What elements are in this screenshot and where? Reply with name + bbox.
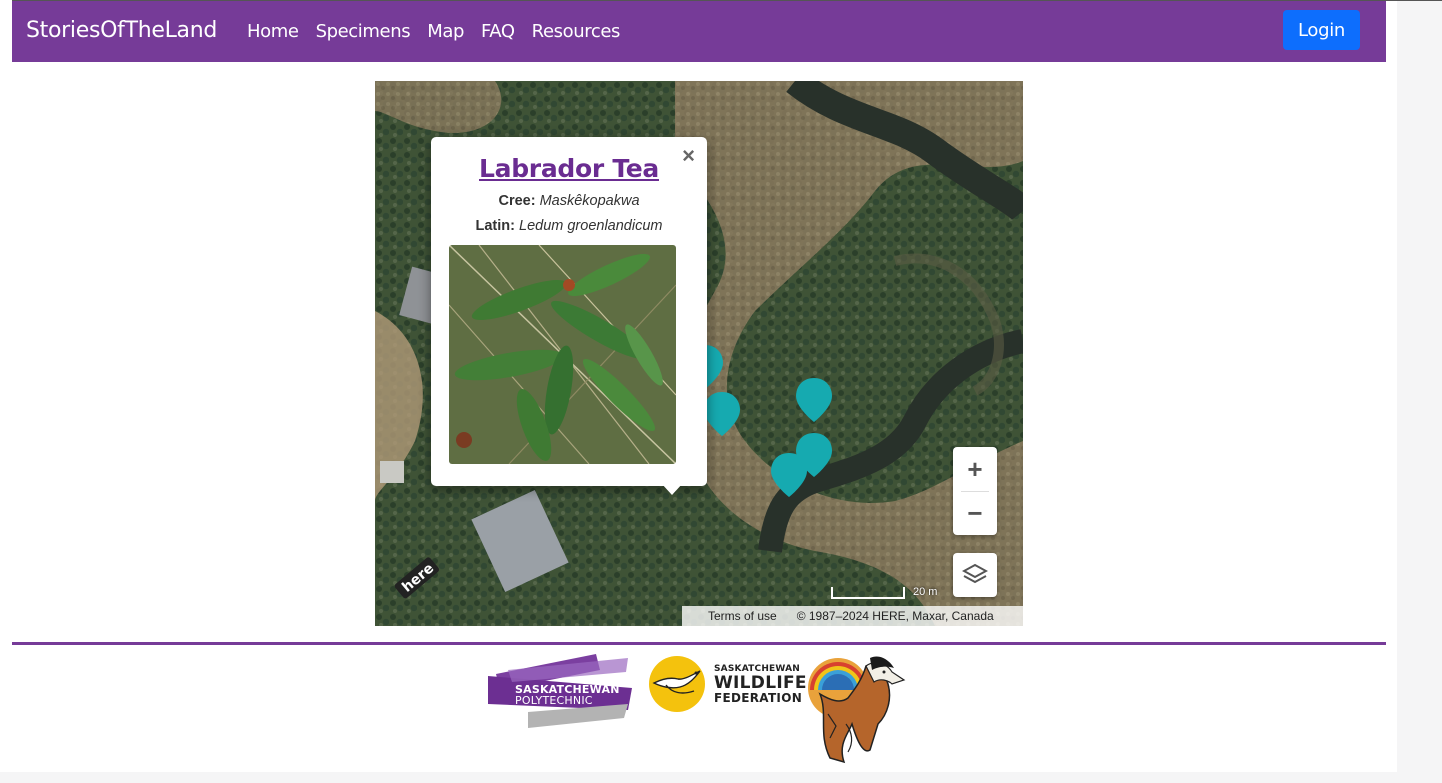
nav-resources[interactable]: Resources bbox=[532, 21, 621, 42]
swf-line3: FEDERATION bbox=[714, 691, 803, 705]
cree-name: Maskêkopakwa bbox=[539, 193, 640, 209]
footer-divider bbox=[12, 642, 1386, 645]
specimen-popup: × Labrador Tea Cree: Maskêkopakwa Latin:… bbox=[431, 137, 707, 486]
nav-specimens[interactable]: Specimens bbox=[316, 21, 411, 42]
latin-label: Latin: bbox=[475, 218, 515, 234]
zoom-in-button[interactable]: + bbox=[953, 447, 997, 491]
login-button[interactable]: Login bbox=[1283, 10, 1360, 50]
specimen-title-link[interactable]: Labrador Tea bbox=[431, 154, 707, 183]
zoom-out-button[interactable]: − bbox=[953, 491, 997, 535]
polytechnic-line2: POLYTECHNIC bbox=[515, 694, 593, 707]
copyright-text: © 1987–2024 HERE, Maxar, Canada bbox=[796, 609, 994, 623]
cree-name-row: Cree: Maskêkopakwa bbox=[431, 193, 707, 209]
zoom-control: + − bbox=[953, 447, 997, 535]
map-marker[interactable] bbox=[702, 390, 742, 438]
nav-map[interactable]: Map bbox=[427, 21, 464, 42]
close-icon[interactable]: × bbox=[682, 145, 695, 167]
layers-button[interactable] bbox=[953, 553, 997, 597]
wildlife-federation-wordmark: SASKATCHEWAN WILDLIFE FEDERATION bbox=[714, 665, 807, 705]
brand-link[interactable]: StoriesOfTheLand bbox=[26, 18, 217, 43]
polytechnic-wordmark: SASKATCHEWAN POLYTECHNIC bbox=[515, 684, 620, 706]
scale-label: 20 m bbox=[913, 586, 938, 598]
terms-of-use-link[interactable]: Terms of use bbox=[708, 609, 777, 623]
map-marker[interactable] bbox=[769, 451, 809, 499]
map-attribution: Terms of use © 1987–2024 HERE, Maxar, Ca… bbox=[682, 606, 1023, 626]
latin-name-row: Latin: Ledum groenlandicum bbox=[431, 218, 707, 234]
map-marker[interactable] bbox=[794, 376, 834, 424]
zoom-divider bbox=[961, 491, 989, 492]
scale-bar bbox=[831, 587, 905, 599]
nav-home[interactable]: Home bbox=[247, 21, 299, 42]
nav-faq[interactable]: FAQ bbox=[481, 21, 515, 42]
latin-name: Ledum groenlandicum bbox=[519, 218, 663, 234]
nav-links: Home Specimens Map FAQ Resources bbox=[247, 21, 637, 42]
map-view[interactable]: × Labrador Tea Cree: Maskêkopakwa Latin:… bbox=[375, 81, 1023, 626]
wildlife-federation-logo bbox=[649, 656, 705, 712]
navbar: StoriesOfTheLand Home Specimens Map FAQ … bbox=[12, 1, 1386, 62]
layers-icon bbox=[962, 563, 988, 584]
specimen-photo bbox=[449, 245, 676, 464]
cree-label: Cree: bbox=[498, 193, 536, 209]
first-nations-emblem bbox=[808, 656, 906, 764]
popup-pointer bbox=[661, 483, 683, 495]
swf-line2: WILDLIFE bbox=[714, 673, 807, 693]
